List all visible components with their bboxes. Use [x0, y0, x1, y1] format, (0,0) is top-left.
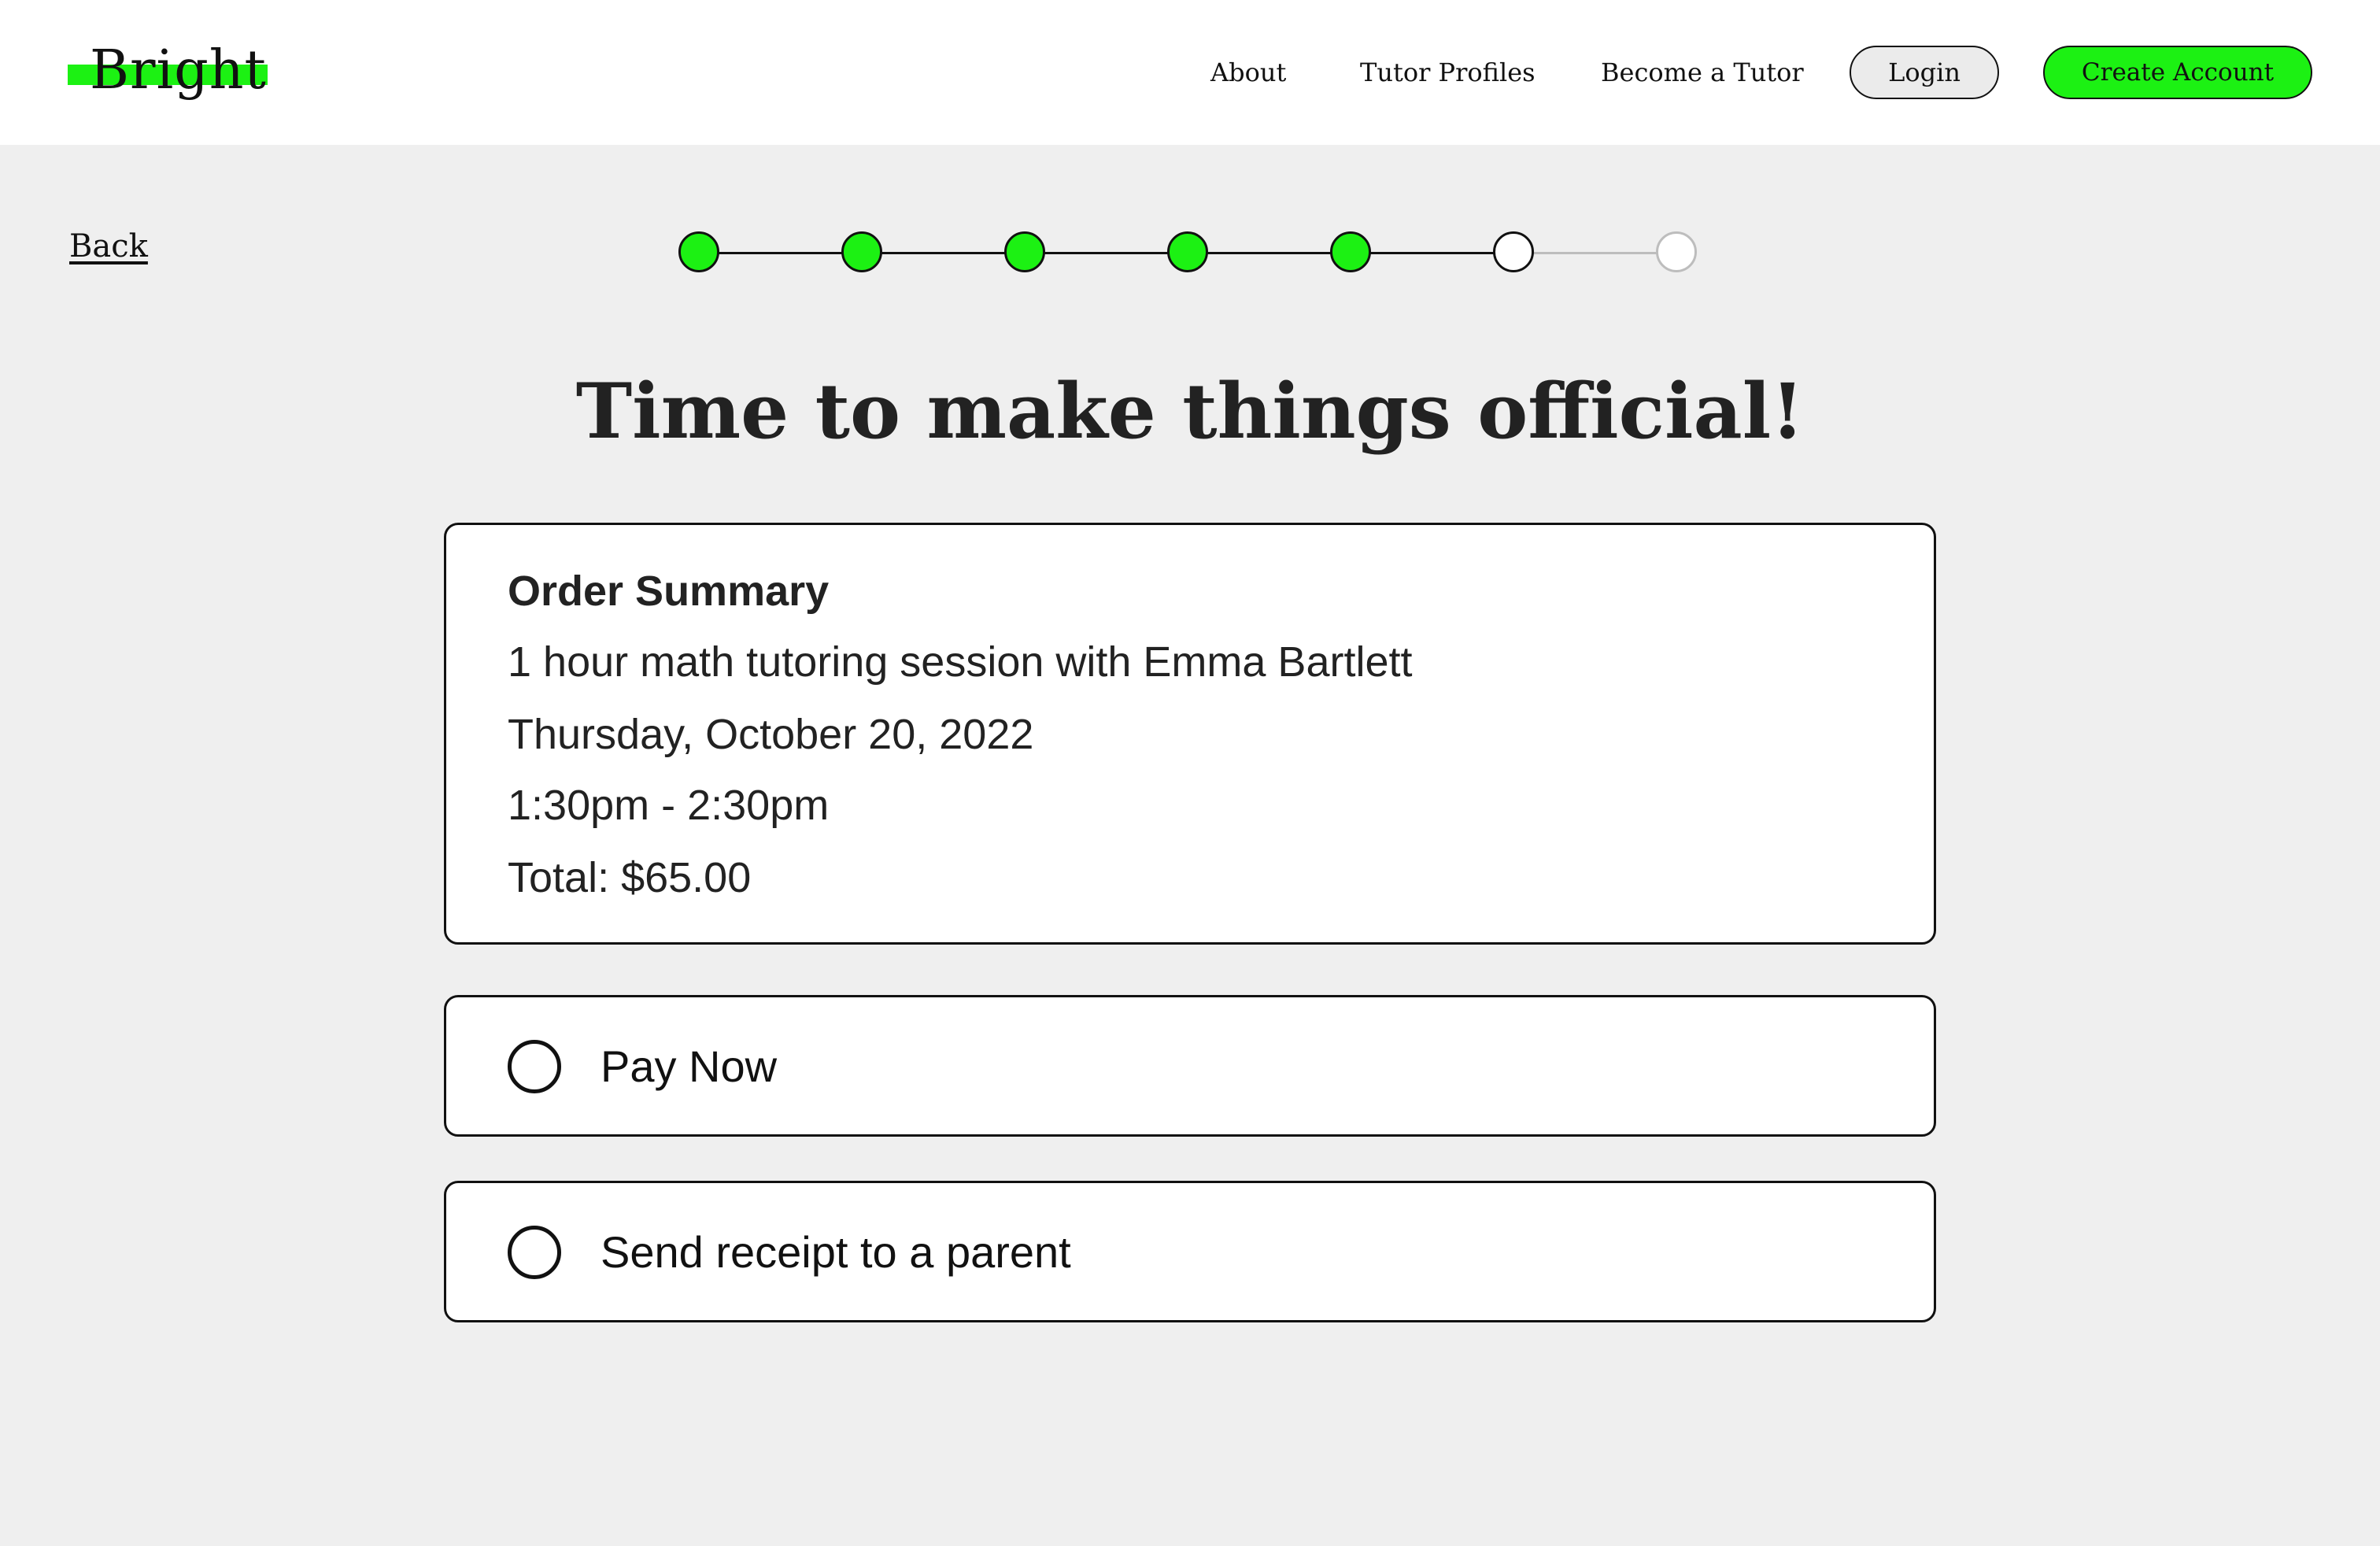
progress-step-1 — [678, 231, 719, 272]
session-date: Thursday, October 20, 2022 — [508, 711, 1034, 758]
progress-connector — [862, 252, 1025, 254]
progress-step-6 — [1493, 231, 1534, 272]
progress-connector — [1351, 252, 1513, 254]
page-title: Time to make things official! — [575, 367, 1805, 456]
progress-stepper — [678, 231, 1702, 274]
send-receipt-option[interactable]: Send receipt to a parent — [444, 1181, 1936, 1322]
create-account-button[interactable]: Create Account — [2043, 46, 2312, 99]
site-header: Bright About Tutor Profiles Become a Tut… — [0, 0, 2380, 145]
send-receipt-label: Send receipt to a parent — [601, 1227, 1071, 1277]
pay-now-label: Pay Now — [601, 1041, 778, 1091]
progress-step-4 — [1167, 231, 1208, 272]
progress-step-2 — [841, 231, 882, 272]
login-button[interactable]: Login — [1850, 46, 1999, 99]
progress-step-3 — [1004, 231, 1045, 272]
logo-text: Bright — [90, 39, 267, 102]
progress-connector — [699, 252, 862, 254]
progress-connector — [1513, 252, 1676, 254]
session-time: 1:30pm - 2:30pm — [508, 782, 830, 829]
bright-logo[interactable]: Bright — [68, 35, 268, 107]
order-summary-card: Order Summary 1 hour math tutoring sessi… — [444, 523, 1936, 945]
back-link[interactable]: Back — [69, 228, 148, 264]
progress-connector — [1025, 252, 1188, 254]
nav-become-tutor-link[interactable]: Become a Tutor — [1601, 49, 1804, 96]
send-receipt-radio[interactable] — [508, 1226, 561, 1279]
nav-about-link[interactable]: About — [1210, 49, 1286, 96]
progress-step-7 — [1656, 231, 1697, 272]
session-description: 1 hour math tutoring session with Emma B… — [508, 638, 1413, 686]
nav-tutor-profiles-link[interactable]: Tutor Profiles — [1360, 49, 1536, 96]
progress-step-5 — [1330, 231, 1371, 272]
progress-connector — [1188, 252, 1351, 254]
pay-now-radio[interactable] — [508, 1040, 561, 1093]
order-summary-heading: Order Summary — [508, 568, 830, 615]
order-total: Total: $65.00 — [508, 854, 752, 901]
pay-now-option[interactable]: Pay Now — [444, 995, 1936, 1137]
